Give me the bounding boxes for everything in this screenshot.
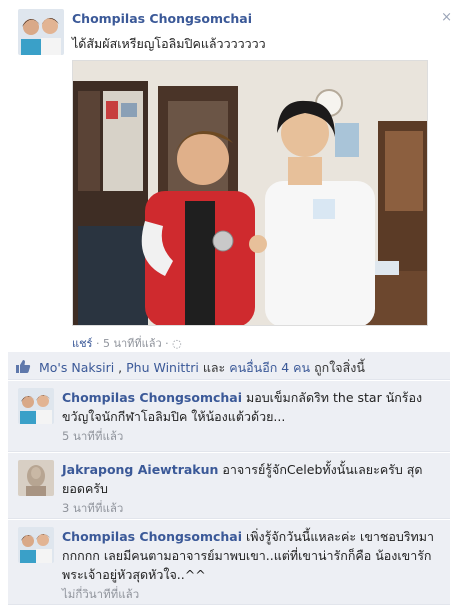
comment-body: Chompilas Chongsomchai มอบเข็มกลัดริท th… xyxy=(62,388,442,446)
post-photo[interactable] xyxy=(72,60,428,326)
comment-author[interactable]: Chompilas Chongsomchai xyxy=(62,390,242,405)
comment-avatar[interactable] xyxy=(18,388,54,424)
like-name-1[interactable]: Mo's Naksiri xyxy=(39,360,114,375)
author-avatar[interactable] xyxy=(18,9,64,55)
like-others-link[interactable]: คนอื่นอีก 4 คน xyxy=(229,360,310,375)
post-author[interactable]: Chompilas Chongsomchai xyxy=(72,11,252,26)
like-name-2[interactable]: Phu Winittri xyxy=(126,360,199,375)
comment-item: Jakrapong Aiewtrakun อาจารย์รู้จักCelebท… xyxy=(8,453,450,519)
comment-avatar[interactable] xyxy=(18,460,54,496)
post-status-text: ได้สัมผัสเหรียญโอลิมปิคแล้ววววววว xyxy=(72,36,266,51)
comment-body: Chompilas Chongsomchai เพิ่งรู้จักวันนี้… xyxy=(62,527,442,604)
like-thumb-icon xyxy=(15,359,31,377)
post-meta: แชร์ · 5 นาทีที่แล้ว · ◌ xyxy=(72,334,182,352)
share-link[interactable]: แชร์ xyxy=(72,337,92,350)
comment-item: Chompilas Chongsomchai เพิ่งรู้จักวันนี้… xyxy=(8,520,450,605)
likes-suffix: ถูกใจสิ่งนี้ xyxy=(310,360,365,375)
likes-and: และ xyxy=(198,360,230,375)
likes-separator: , xyxy=(114,360,127,375)
facebook-post: Chompilas Chongsomchai × ได้สัมผัสเหรียญ… xyxy=(0,0,464,605)
globe-icon: ◌ xyxy=(172,337,182,350)
comment-time[interactable]: 5 นาทีที่แล้ว xyxy=(62,429,123,443)
comment-item: Chompilas Chongsomchai มอบเข็มกลัดริท th… xyxy=(8,381,450,452)
comment-time[interactable]: ไม่กี่วินาทีที่แล้ว xyxy=(62,587,139,601)
likes-text: Mo's Naksiri , Phu Winittri และ คนอื่นอี… xyxy=(39,358,365,378)
comment-author[interactable]: Chompilas Chongsomchai xyxy=(62,529,242,544)
comment-time[interactable]: 3 นาทีที่แล้ว xyxy=(62,501,123,515)
comment-author[interactable]: Jakrapong Aiewtrakun xyxy=(62,462,218,477)
comment-body: Jakrapong Aiewtrakun อาจารย์รู้จักCelebท… xyxy=(62,460,442,518)
post-timestamp[interactable]: · 5 นาทีที่แล้ว · xyxy=(96,337,169,350)
close-icon[interactable]: × xyxy=(441,10,452,25)
comment-avatar[interactable] xyxy=(18,527,54,563)
likes-bar: Mo's Naksiri , Phu Winittri และ คนอื่นอี… xyxy=(8,352,450,380)
